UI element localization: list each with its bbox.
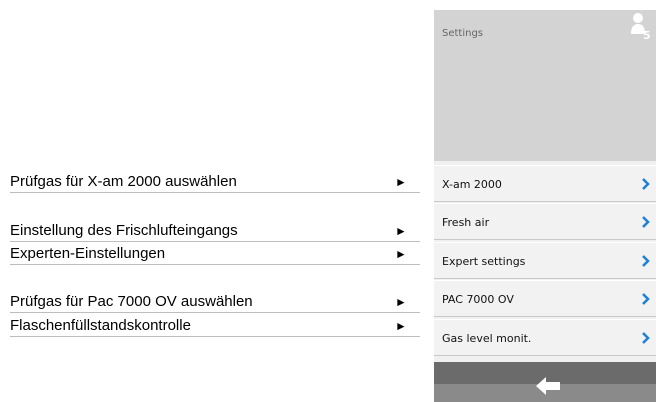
pointer-arrow-icon: ► <box>395 224 407 238</box>
chevron-right-icon <box>642 293 650 305</box>
menu-item-label: Fresh air <box>442 216 490 229</box>
divider <box>10 312 420 313</box>
user-level-icon: 5 <box>631 13 651 40</box>
annotation-label: Prüfgas für Pac 7000 OV auswählen <box>10 293 253 310</box>
pointer-arrow-icon: ► <box>395 175 407 189</box>
menu-item-gas-level[interactable]: Gas level monit. <box>434 319 656 356</box>
divider <box>10 192 420 193</box>
menu-item-label: Expert settings <box>442 255 526 268</box>
divider <box>10 241 420 242</box>
screen-footer <box>434 362 656 402</box>
chevron-right-icon <box>642 178 650 190</box>
divider <box>10 336 420 337</box>
menu-item-xam2000[interactable]: X-am 2000 <box>434 165 656 202</box>
pointer-arrow-icon: ► <box>395 295 407 309</box>
screen-header: Settings 5 <box>434 10 656 161</box>
menu-item-label: X-am 2000 <box>442 178 502 191</box>
chevron-right-icon <box>642 255 650 267</box>
annotation-label: Einstellung des Frischlufteingangs <box>10 222 238 239</box>
page-title: Settings <box>442 28 484 39</box>
menu-item-fresh-air[interactable]: Fresh air <box>434 203 656 240</box>
divider <box>10 264 420 265</box>
user-level-number: 5 <box>643 29 651 40</box>
menu-item-pac7000[interactable]: PAC 7000 OV <box>434 280 656 317</box>
annotation-label: Prüfgas für X-am 2000 auswählen <box>10 173 237 190</box>
back-arrow-icon[interactable] <box>535 376 561 396</box>
annotation-label: Flaschenfüllstandskontrolle <box>10 317 191 334</box>
device-screen: Settings 5 X-am 2000 Fresh air Expert se… <box>434 10 656 402</box>
menu-item-expert-settings[interactable]: Expert settings <box>434 242 656 279</box>
pointer-arrow-icon: ► <box>395 247 407 261</box>
menu-item-label: PAC 7000 OV <box>442 293 514 306</box>
annotation-label: Experten-Einstellungen <box>10 245 166 262</box>
pointer-arrow-icon: ► <box>395 319 407 333</box>
menu-item-label: Gas level monit. <box>442 332 532 345</box>
chevron-right-icon <box>642 216 650 228</box>
chevron-right-icon <box>642 332 650 344</box>
